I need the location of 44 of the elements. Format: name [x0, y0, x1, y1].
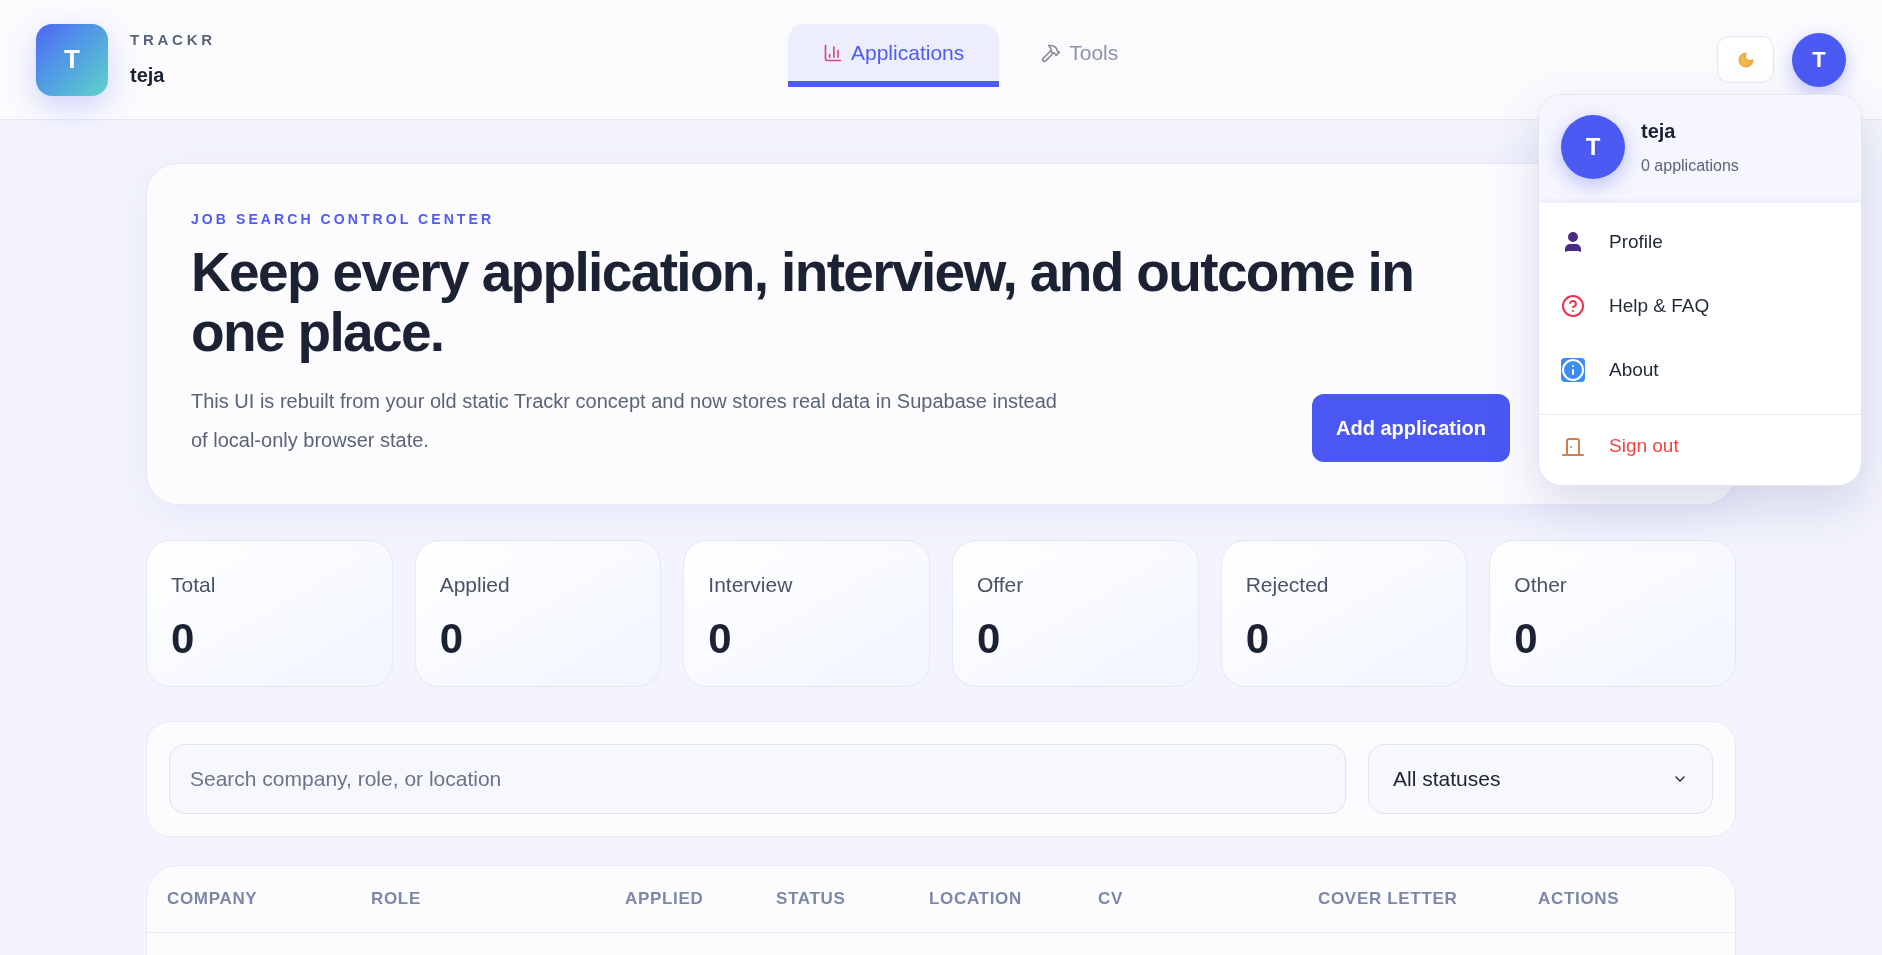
stat-label: Rejected	[1245, 572, 1330, 598]
column-header: COVER LETTER	[1318, 888, 1459, 911]
stat-label: Applied	[439, 572, 511, 598]
stat-value: 0	[171, 616, 196, 661]
column-header: STATUS	[776, 888, 847, 911]
nav-tab[interactable]: Tools	[1011, 24, 1149, 87]
stat-value: 0	[977, 616, 1002, 661]
column-header: LOCATION	[929, 888, 1023, 911]
menu-user-subtitle: 0 applications	[1641, 156, 1739, 176]
column-header: COMPANY	[167, 888, 259, 911]
status-select[interactable]: All statuses	[1368, 744, 1713, 814]
stat-value: 0	[1514, 616, 1539, 661]
logo: T	[36, 23, 108, 96]
stat-label: Total	[171, 572, 217, 598]
hero-title: Keep every application, interview, and outcome in one place.	[191, 241, 1415, 362]
stat-label: Offer	[977, 572, 1025, 598]
column-header: ROLE	[371, 888, 422, 911]
column-header: CV	[1098, 888, 1124, 911]
stat-label: Other	[1514, 572, 1568, 598]
menu-item[interactable]: Help & FAQ	[1539, 274, 1861, 338]
stat-value: 0	[708, 616, 733, 661]
menu-avatar: T	[1561, 115, 1625, 179]
brand-name: TRACKR	[130, 30, 216, 51]
user-name: teja	[130, 62, 166, 88]
bar-chart-icon	[823, 42, 843, 63]
info-icon	[1561, 358, 1585, 382]
stat-label: Interview	[708, 572, 794, 598]
moon-icon	[1736, 50, 1755, 69]
question-icon	[1561, 294, 1585, 318]
stat-value: 0	[439, 616, 464, 661]
avatar-button[interactable]: T	[1792, 32, 1846, 87]
nav-tab[interactable]: Applications	[788, 24, 1000, 87]
theme-toggle-button[interactable]	[1717, 36, 1774, 83]
column-header: ACTIONS	[1538, 888, 1621, 911]
menu-item[interactable]: Profile	[1539, 210, 1861, 274]
stat-value: 0	[1245, 616, 1270, 661]
add-application-button[interactable]: Add application	[1312, 394, 1510, 462]
menu-item[interactable]: About	[1539, 338, 1861, 402]
menu-user-name: teja	[1641, 119, 1677, 144]
hammer-icon	[1041, 42, 1062, 63]
hero-description: This UI is rebuilt from your old static Trackr concept and now stores real data in Supabase instead of local-only browser state.	[191, 388, 1058, 453]
search-field[interactable]: Search company, role, or location	[169, 744, 1346, 814]
eyebrow-text: JOB SEARCH CONTROL CENTER	[191, 209, 496, 229]
column-header: APPLIED	[625, 888, 705, 911]
